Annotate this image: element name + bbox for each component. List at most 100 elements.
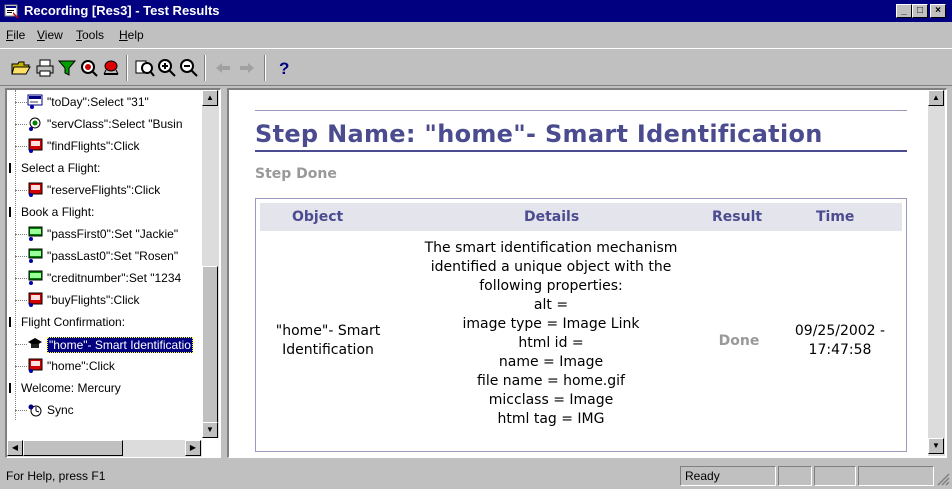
menu-help[interactable]: Help <box>119 28 144 42</box>
tree-item-label: "passFirst0":Set "Jackie" <box>47 227 179 241</box>
tree-group-label: Flight Confirmation: <box>21 315 126 329</box>
zoom-fit-icon[interactable] <box>134 57 156 79</box>
steps-tree[interactable]: "toDay":Select "31" "servClass":Select "B… <box>5 88 221 458</box>
find-icon[interactable] <box>78 57 100 79</box>
tree-step-item[interactable]: "servClass":Select "Busin <box>7 114 202 134</box>
graduation-cap-icon <box>27 334 43 354</box>
tree-connector-line <box>15 146 27 147</box>
maximize-button[interactable]: □ <box>912 4 928 18</box>
cell-object: "home"- Smart Identification <box>275 323 381 358</box>
tree-group-item[interactable]: Flight Confirmation: <box>7 312 202 332</box>
tree-step-item[interactable]: "creditnumber":Set "1234 <box>7 268 202 288</box>
tree-step-item[interactable]: "reserveFlights":Click <box>7 180 202 200</box>
tree-step-item[interactable]: "buyFlights":Click <box>7 290 202 310</box>
step-title: Step Name: "home"- Smart Identification <box>255 120 823 148</box>
edit-field-icon <box>27 268 43 288</box>
tree-step-item[interactable]: "toDay":Select "31" <box>7 92 202 112</box>
cell-time: 09/25/2002 - 17:47:58 <box>794 323 886 358</box>
tree-group-item[interactable]: Welcome: Mercury <box>7 378 202 398</box>
scroll-left-icon[interactable]: ◀ <box>7 440 23 456</box>
status-bar: For Help, press F1 Ready <box>0 464 952 489</box>
scroll-up-icon[interactable]: ▲ <box>928 90 944 106</box>
cell-result: Done <box>718 333 760 349</box>
tree-connector-line <box>15 366 27 367</box>
report-divider <box>255 110 907 111</box>
tree-item-label: "home"- Smart Identificatio <box>47 337 193 353</box>
tree-connector-line <box>15 234 27 235</box>
tree-hscroll-thumb[interactable] <box>23 440 123 456</box>
image-button-icon <box>27 180 43 200</box>
step-status: Step Done <box>255 166 337 182</box>
header-object: Object <box>292 209 344 225</box>
open-folder-icon[interactable] <box>10 57 32 79</box>
table-header-row: Object Details Result Time <box>260 203 902 231</box>
resize-grip-icon[interactable] <box>936 472 950 486</box>
scroll-down-icon[interactable]: ▼ <box>928 438 944 454</box>
tree-step-item[interactable]: "home":Click <box>7 356 202 376</box>
tree-group-item[interactable]: Book a Flight: <box>7 202 202 222</box>
header-result: Result <box>712 209 763 225</box>
svg-text:?: ? <box>279 59 289 78</box>
tree-step-item[interactable]: "findFlights":Click <box>7 136 202 156</box>
result-table: Object Details Result Time "home"- Smart… <box>255 198 907 452</box>
menu-view[interactable]: View <box>37 28 63 42</box>
report-document: Step Name: "home"- Smart Identification … <box>233 94 925 454</box>
status-state: Ready <box>680 466 776 486</box>
listbox-icon <box>27 92 43 112</box>
radio-icon <box>27 114 43 134</box>
test-results-app-icon <box>4 4 19 18</box>
forward-arrow-icon[interactable] <box>236 57 258 79</box>
toolbar: ? <box>0 48 952 86</box>
menu-tools[interactable]: Tools <box>76 28 104 42</box>
group-marker <box>9 317 11 327</box>
filter-icon[interactable] <box>56 57 78 79</box>
zoom-in-icon[interactable] <box>156 57 178 79</box>
tree-step-item[interactable]: "passLast0":Set "Rosen" <box>7 246 202 266</box>
bug-icon[interactable] <box>100 57 122 79</box>
title-bar: Recording [Res3] - Test Results _ □ × <box>0 0 952 22</box>
image-button-icon <box>27 356 43 376</box>
minimize-button[interactable]: _ <box>896 4 912 18</box>
tree-step-item[interactable]: Sync <box>7 400 202 420</box>
tree-item-label: "toDay":Select "31" <box>47 95 149 109</box>
tree-connector-line <box>15 344 27 345</box>
toolbar-separator <box>264 55 266 81</box>
status-panel <box>814 466 856 486</box>
tree-horizontal-scrollbar[interactable]: ◀ ▶ <box>7 440 202 457</box>
status-panel <box>858 466 934 486</box>
sync-icon <box>27 400 43 420</box>
tree-connector-line <box>15 300 27 301</box>
status-panel <box>778 466 812 486</box>
image-button-icon <box>27 136 43 156</box>
tree-group-label: Select a Flight: <box>21 161 101 175</box>
close-button[interactable]: × <box>930 4 946 18</box>
print-icon[interactable] <box>34 57 56 79</box>
edit-field-icon <box>27 246 43 266</box>
tree-item-label: "home":Click <box>47 359 115 373</box>
cell-details: The smart identification mechanism ident… <box>424 240 678 427</box>
report-vertical-scrollbar[interactable]: ▲ ▼ <box>928 90 945 456</box>
tree-scroll-thumb[interactable] <box>202 266 218 426</box>
tree-vertical-scrollbar[interactable]: ▲ ▼ <box>202 90 219 438</box>
tree-step-item[interactable]: "passFirst0":Set "Jackie" <box>7 224 202 244</box>
toolbar-separator <box>126 55 128 81</box>
header-details: Details <box>524 209 580 225</box>
image-button-icon <box>27 290 43 310</box>
test-results-window: Recording [Res3] - Test Results _ □ × Fi… <box>0 0 952 489</box>
zoom-out-icon[interactable] <box>178 57 200 79</box>
scroll-down-icon[interactable]: ▼ <box>202 422 218 438</box>
back-arrow-icon[interactable] <box>212 57 234 79</box>
tree-group-item[interactable]: Select a Flight: <box>7 158 202 178</box>
tree-group-label: Welcome: Mercury <box>21 381 121 395</box>
toolbar-separator <box>204 55 206 81</box>
tree-item-label: "servClass":Select "Busin <box>47 117 183 131</box>
menu-file[interactable]: File <box>6 28 25 42</box>
scroll-up-icon[interactable]: ▲ <box>202 90 218 106</box>
report-pane: Step Name: "home"- Smart Identification … <box>227 88 947 458</box>
tree-item-label: "buyFlights":Click <box>47 293 140 307</box>
help-icon[interactable]: ? <box>272 57 294 79</box>
tree-step-item[interactable]: "home"- Smart Identificatio <box>7 334 202 354</box>
tree-item-label: "passLast0":Set "Rosen" <box>47 249 179 263</box>
scroll-right-icon[interactable]: ▶ <box>185 440 201 456</box>
tree-item-label: "creditnumber":Set "1234 <box>47 271 182 285</box>
